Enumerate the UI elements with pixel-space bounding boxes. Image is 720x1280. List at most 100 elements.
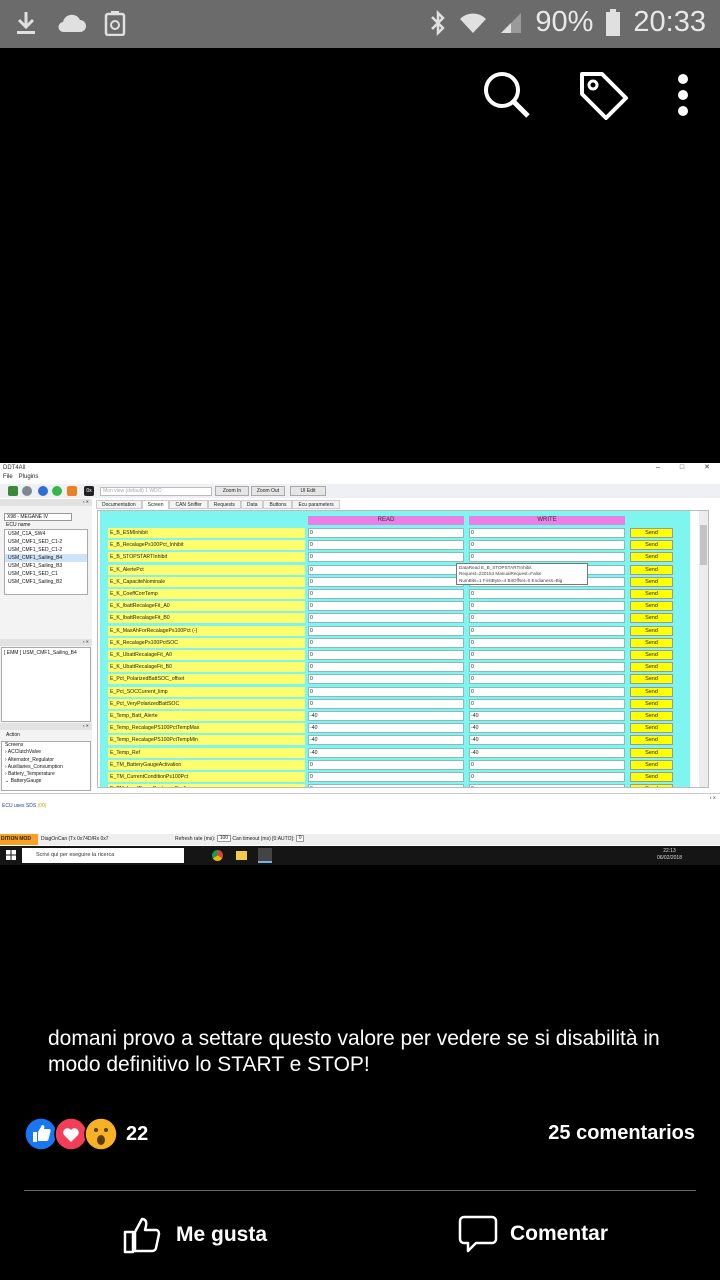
send-button[interactable]: Send	[630, 540, 673, 551]
parameter-name: E_K_UbattRecalageFit_B0	[108, 662, 305, 673]
send-button[interactable]: Send	[630, 686, 673, 697]
plugin-icon[interactable]	[67, 486, 77, 496]
tree-item[interactable]: › ACClutchValve	[2, 749, 90, 756]
menu-plugins[interactable]: Plugins	[19, 474, 39, 483]
hex-icon[interactable]: 0x	[84, 486, 94, 496]
go-icon[interactable]	[52, 486, 62, 496]
reactions-summary[interactable]: 22	[24, 1117, 148, 1151]
close-icon[interactable]: ✕	[704, 463, 710, 473]
send-button[interactable]: Send	[630, 637, 673, 648]
send-button[interactable]: Send	[630, 784, 673, 787]
tree-item[interactable]: ⌄ BatteryGauge	[2, 778, 90, 785]
write-value-field[interactable]: -40	[469, 711, 625, 721]
send-button[interactable]: Send	[630, 650, 673, 660]
list-item[interactable]: USM_CMF1_Sailing_B4	[5, 554, 87, 562]
reaction-count: 22	[126, 1122, 149, 1145]
write-value-field[interactable]: -40	[469, 735, 625, 746]
send-button[interactable]: Send	[630, 552, 673, 563]
send-button[interactable]: Send	[630, 564, 673, 575]
write-value-field[interactable]: 0	[469, 698, 625, 709]
like-button[interactable]: Me gusta	[122, 1214, 267, 1256]
write-value-field[interactable]: 0	[469, 650, 625, 660]
tag-icon[interactable]	[578, 70, 630, 120]
send-button[interactable]: Send	[630, 613, 673, 624]
table-row: E_Temp_RecalagePS100PctTempMin -40 -40 Send	[98, 734, 698, 746]
write-value-field[interactable]: 0	[469, 528, 625, 538]
write-value-field[interactable]: 0	[469, 686, 625, 697]
tab-buttons[interactable]: Buttons	[263, 500, 293, 509]
write-value-field[interactable]: 0	[469, 662, 625, 673]
comments-count-link[interactable]: 25 comentarios	[548, 1122, 695, 1145]
send-button[interactable]: Send	[630, 625, 673, 636]
read-value-field: 0	[308, 589, 464, 599]
taskbar-search[interactable]: Scrivi qui per eseguire la ricerca	[22, 848, 184, 863]
like-label: Me gusta	[176, 1223, 268, 1246]
scan-icon[interactable]	[22, 486, 32, 496]
write-value-field[interactable]: 0	[469, 552, 625, 563]
chrome-icon[interactable]	[212, 850, 223, 861]
tree-item[interactable]: › Battery_Temperature	[2, 771, 90, 778]
send-button[interactable]: Send	[630, 601, 673, 612]
write-value-field[interactable]: 0	[469, 784, 625, 787]
vertical-scrollbar[interactable]	[699, 511, 708, 787]
write-value-field[interactable]: 0	[469, 674, 625, 685]
more-vert-icon[interactable]	[676, 73, 690, 117]
scrollbar-thumb[interactable]	[700, 525, 707, 565]
send-button[interactable]: Send	[630, 747, 673, 758]
windows-icon[interactable]	[6, 850, 16, 860]
write-value-field[interactable]: 0	[469, 759, 625, 770]
write-value-field[interactable]: 0	[469, 613, 625, 624]
connect-icon[interactable]	[8, 486, 18, 496]
send-button[interactable]: Send	[630, 576, 673, 587]
minimize-icon[interactable]: –	[656, 463, 660, 473]
list-item[interactable]: USM_C1A_SW4	[5, 530, 87, 538]
send-button[interactable]: Send	[630, 589, 673, 599]
tab-screen[interactable]: Screen	[141, 500, 170, 509]
tab-data[interactable]: Data	[240, 500, 264, 509]
tree-item[interactable]: › Auxiliaries_Consumption	[2, 764, 90, 771]
send-button[interactable]: Send	[630, 735, 673, 746]
send-button[interactable]: Send	[630, 674, 673, 685]
zoom-out-button[interactable]: Zoom Out	[251, 486, 285, 496]
tab-documentation[interactable]: Documentation	[96, 500, 142, 509]
list-item[interactable]: USM_CMF1_SED_C1	[5, 570, 87, 578]
ddt-taskbar-icon[interactable]	[258, 848, 272, 863]
list-item[interactable]: USM_CMF1_SED_C1-2	[5, 546, 87, 554]
menu-file[interactable]: File	[3, 474, 13, 483]
tab-requests[interactable]: Requests	[207, 500, 241, 509]
list-item[interactable]: USM_CMF1_Sailing_B3	[5, 562, 87, 570]
send-button[interactable]: Send	[630, 772, 673, 782]
send-button[interactable]: Send	[630, 723, 673, 734]
write-value-field[interactable]: 0	[469, 637, 625, 648]
send-button[interactable]: Send	[630, 528, 673, 538]
refresh-icon[interactable]	[38, 486, 48, 496]
post-photo[interactable]: DDT4All – □ ✕ File Plugins 0x Mon view (…	[0, 463, 720, 865]
list-item[interactable]: USM_CMF1_SED_C1-2	[5, 538, 87, 546]
ui-edit-button[interactable]: UI Edit	[290, 486, 326, 496]
send-button[interactable]: Send	[630, 759, 673, 770]
write-value-field[interactable]: -40	[469, 747, 625, 758]
view-select[interactable]: Mon view (default) 1 WDO	[100, 487, 212, 496]
write-value-field[interactable]: 0	[469, 625, 625, 636]
refresh-rate-input[interactable]: 100	[216, 835, 232, 843]
send-button[interactable]: Send	[630, 698, 673, 709]
tab-ecu-parameters[interactable]: Ecu parameters	[292, 500, 340, 509]
tab-can-sniffer[interactable]: CAN Sniffer	[169, 500, 208, 509]
write-value-field[interactable]: 0	[469, 772, 625, 782]
maximize-icon[interactable]: □	[680, 463, 684, 473]
write-value-field[interactable]: 0	[469, 540, 625, 551]
search-icon[interactable]	[482, 70, 532, 120]
write-value-field[interactable]: 0	[469, 601, 625, 612]
vehicle-select[interactable]: X98 - MEGANE IV	[4, 513, 72, 521]
tree-item[interactable]: › Alternator_Regulator	[2, 757, 90, 764]
can-timeout-input[interactable]: 0	[295, 835, 305, 843]
list-item[interactable]: [ EMM ] USM_CMF1_Sailing_B4	[4, 650, 88, 656]
send-button[interactable]: Send	[630, 662, 673, 673]
write-value-field[interactable]: -40	[469, 723, 625, 734]
send-button[interactable]: Send	[630, 711, 673, 721]
write-value-field[interactable]: 0	[469, 589, 625, 599]
zoom-in-button[interactable]: Zoom In	[215, 486, 249, 496]
list-item[interactable]: USM_CMF1_Sailing_B2	[5, 578, 87, 586]
comment-button[interactable]: Comentar	[458, 1214, 608, 1254]
explorer-icon[interactable]	[236, 851, 247, 860]
